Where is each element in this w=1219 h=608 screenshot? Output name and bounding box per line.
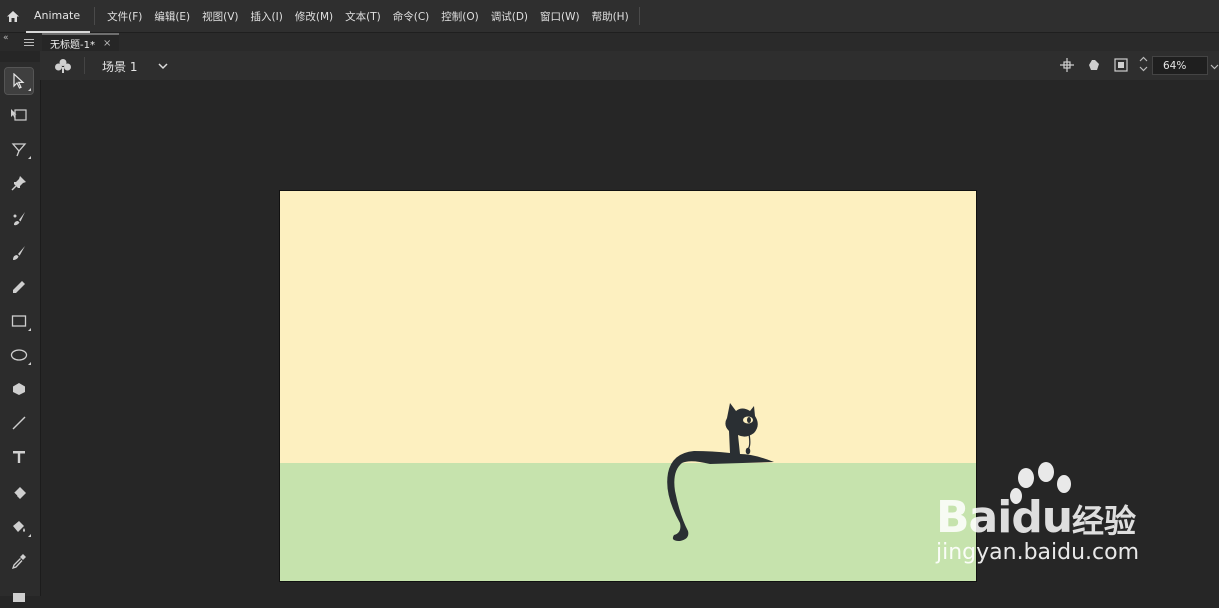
chevron-down-icon[interactable]: [1138, 65, 1148, 74]
close-icon[interactable]: ×: [103, 38, 111, 49]
home-icon[interactable]: [0, 0, 26, 33]
watermark-url: jingyan.baidu.com: [936, 540, 1140, 565]
lasso-tool-icon[interactable]: [5, 136, 33, 162]
center-stage-icon[interactable]: [1060, 58, 1074, 75]
menu-separator: [638, 7, 640, 25]
asset-warp-tool-icon[interactable]: [5, 582, 33, 608]
stage-header: 场景 1 64%: [40, 51, 1219, 80]
rotate-stage-icon[interactable]: [1086, 58, 1102, 75]
document-tab-title: 无标题-1*: [50, 39, 95, 51]
menu-control[interactable]: 控制(O): [435, 9, 484, 24]
watermark-logo-suffix: du: [1011, 492, 1073, 543]
rectangle-tool-icon[interactable]: [5, 308, 33, 334]
free-transform-tool-icon[interactable]: [5, 102, 33, 128]
stage-grass-background: [280, 463, 976, 581]
document-tab[interactable]: 无标题-1* ×: [42, 33, 120, 51]
watermark-chinese: 经验: [1072, 502, 1137, 540]
oval-tool-icon[interactable]: [5, 342, 33, 368]
eyedropper-tool-icon[interactable]: [5, 548, 33, 574]
watermark-logo: Baidu: [936, 492, 1073, 543]
panel-menu-icon[interactable]: [24, 39, 34, 48]
brush-tool-icon[interactable]: [5, 240, 33, 266]
document-tab-bar: « 无标题-1* ×: [0, 33, 1219, 51]
paint-bucket-tool-icon[interactable]: [5, 514, 33, 540]
scene-clover-icon[interactable]: [54, 58, 72, 77]
pin-tool-icon[interactable]: [5, 170, 33, 196]
text-tool-icon[interactable]: [5, 444, 33, 470]
tools-panel: [0, 62, 41, 602]
zoom-stepper[interactable]: [1138, 56, 1148, 76]
chevron-down-icon[interactable]: [158, 60, 168, 73]
watermark-logo-prefix: Bai: [936, 492, 1012, 543]
polystar-tool-icon[interactable]: [5, 376, 33, 402]
menu-view[interactable]: 视图(V): [196, 9, 244, 24]
stage-canvas[interactable]: [279, 190, 977, 582]
menu-bar: Animate 文件(F) 编辑(E) 视图(V) 插入(I) 修改(M) 文本…: [0, 0, 1219, 33]
scene-name[interactable]: 场景 1: [102, 58, 137, 75]
pencil-tool-icon[interactable]: [5, 274, 33, 300]
clip-stage-icon[interactable]: [1114, 58, 1128, 75]
menu-separator: [94, 7, 96, 25]
zoom-dropdown-icon[interactable]: [1210, 60, 1219, 73]
stage-sky-background: [280, 191, 976, 463]
menu-edit[interactable]: 编辑(E): [148, 9, 196, 24]
zoom-input[interactable]: 64%: [1152, 56, 1208, 75]
line-tool-icon[interactable]: [5, 410, 33, 436]
menu-help[interactable]: 帮助(H): [586, 9, 635, 24]
chevron-up-icon[interactable]: [1138, 56, 1148, 65]
app-name[interactable]: Animate: [26, 0, 91, 33]
separator: [84, 57, 85, 74]
menu-insert[interactable]: 插入(I): [245, 9, 289, 24]
black-cat-illustration[interactable]: [650, 391, 790, 554]
menu-modify[interactable]: 修改(M): [289, 9, 339, 24]
selection-tool-icon[interactable]: [4, 67, 34, 95]
eraser-tool-icon[interactable]: [5, 480, 33, 506]
menu-text[interactable]: 文本(T): [339, 9, 387, 24]
collapse-panel-icon[interactable]: «: [3, 33, 9, 43]
menu-debug[interactable]: 调试(D): [485, 9, 534, 24]
baidu-jingyan-watermark: Baidu 经验 jingyan.baidu.com: [930, 462, 1170, 592]
menu-commands[interactable]: 命令(C): [387, 9, 436, 24]
menu-window[interactable]: 窗口(W): [534, 9, 586, 24]
fluid-brush-tool-icon[interactable]: [5, 206, 33, 232]
menu-file[interactable]: 文件(F): [101, 9, 148, 24]
